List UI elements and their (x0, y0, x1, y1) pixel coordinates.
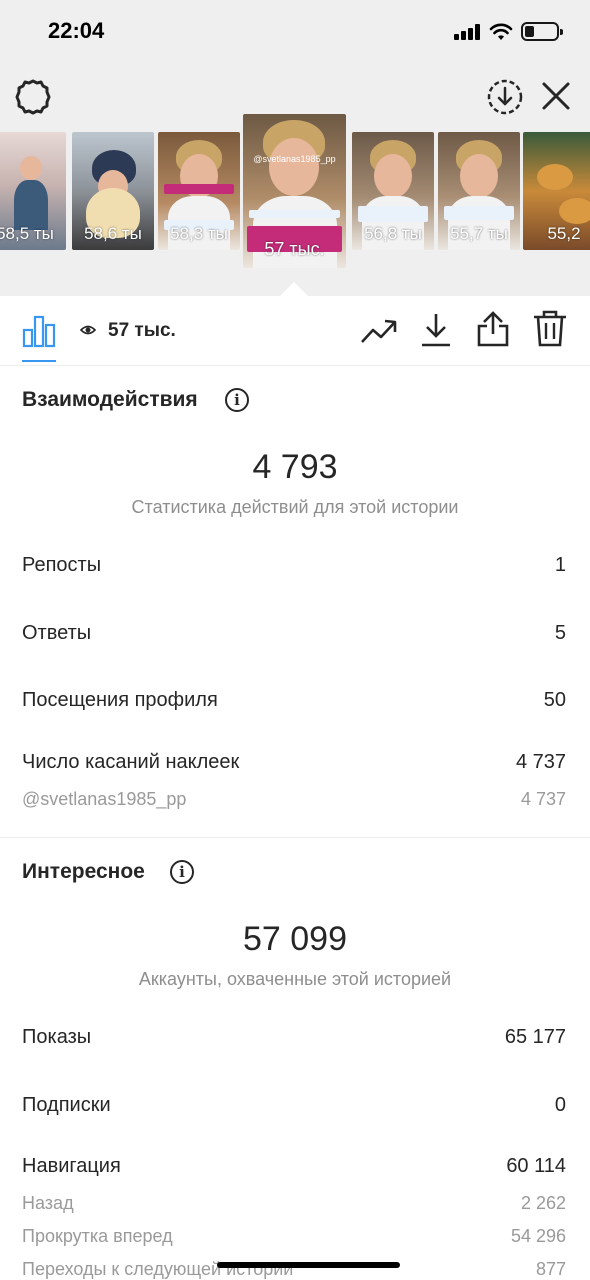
status-bar: 22:04 (0, 0, 590, 64)
download-icon[interactable] (420, 312, 452, 348)
thumbnail-views: 58,6 ты (84, 224, 142, 243)
story-thumbnail[interactable]: 58,6 ты (72, 132, 154, 250)
story-thumbnail[interactable]: 58,3 ты (158, 132, 240, 250)
follows-value: 0 (554, 1094, 566, 1116)
insights-bar-chart-icon[interactable] (22, 314, 56, 348)
sticker-mention-value: 4 737 (520, 789, 566, 809)
promote-trend-icon[interactable] (360, 316, 398, 348)
story-preview-area: 22:04 58,5 ты 58,6 ты 58,3 ты @svetlanas… (0, 0, 590, 296)
sticker-taps-value: 4 737 (515, 751, 566, 773)
story-thumbnail[interactable]: 55,7 ты (438, 132, 520, 250)
nav-forward-label: Прокрутка вперед (22, 1226, 173, 1246)
selected-indicator (280, 282, 308, 296)
reposts-label: Репосты (22, 554, 102, 576)
active-tab-underline (22, 360, 56, 362)
story-thumbnail[interactable]: 55,2 (523, 132, 590, 250)
battery-icon (521, 22, 563, 41)
thumbnail-views: 55,2 (547, 224, 581, 243)
navigation-label: Навигация (22, 1155, 121, 1177)
discovery-total: 57 099 (243, 920, 347, 958)
sticker-taps-label: Число касаний наклеек (22, 751, 240, 773)
views-count: 57 тыс. (108, 320, 176, 341)
delete-trash-icon[interactable] (532, 310, 568, 348)
impressions-value: 65 177 (504, 1026, 566, 1048)
interactions-total: 4 793 (252, 448, 338, 486)
interactions-title: Взаимодействия (22, 388, 198, 411)
reposts-value: 1 (554, 554, 566, 576)
interactions-info-icon[interactable]: i (225, 388, 249, 412)
discovery-subtitle: Аккаунты, охваченные этой историей (138, 969, 452, 989)
share-icon[interactable] (476, 310, 510, 348)
selected-story-thumbnail[interactable]: @svetlanas1985_pp 57 тыс. (243, 114, 346, 268)
follows-label: Подписки (22, 1094, 111, 1116)
story-thumbnail-strip: 58,5 ты 58,6 ты 58,3 ты @svetlanas1985_p (0, 114, 590, 274)
status-time: 22:04 (48, 18, 105, 43)
eye-icon (80, 325, 96, 335)
interactions-subtitle: Статистика действий для этой истории (131, 497, 459, 517)
thumbnail-views: 58,3 ты (170, 224, 228, 243)
nav-back-label: Назад (22, 1193, 74, 1213)
sticker-mention-label: @svetlanas1985_pp (22, 789, 187, 809)
cellular-signal-icon (454, 24, 482, 40)
discovery-info-icon[interactable]: i (170, 860, 194, 884)
settings-gear-icon[interactable] (14, 78, 52, 116)
story-thumbnail[interactable]: 58,5 ты (0, 132, 66, 250)
nav-back-value: 2 262 (520, 1193, 566, 1213)
thumbnail-views: 55,7 ты (450, 224, 508, 243)
discovery-title: Интересное (22, 860, 145, 883)
selected-thumbnail-views: 57 тыс. (264, 239, 325, 259)
section-divider (0, 837, 590, 838)
save-story-icon[interactable] (486, 78, 524, 116)
thumbnail-views: 56,8 ты (364, 224, 422, 243)
story-thumbnail[interactable]: 56,8 ты (352, 132, 434, 250)
profile-visits-label: Посещения профиля (22, 689, 218, 711)
insights-toolbar: 57 тыс. (0, 296, 590, 366)
profile-visits-value: 50 (543, 689, 566, 711)
impressions-label: Показы (22, 1026, 92, 1048)
thumbnail-views: 58,5 ты (0, 224, 54, 243)
replies-value: 5 (554, 622, 566, 644)
home-indicator[interactable] (217, 1262, 400, 1268)
navigation-value: 60 114 (506, 1155, 566, 1177)
wifi-icon (489, 23, 513, 40)
nav-forward-value: 54 296 (510, 1226, 566, 1246)
thumbnail-handle: @svetlanas1985_pp (253, 154, 336, 164)
replies-label: Ответы (22, 622, 92, 644)
nav-next-story-value: 877 (535, 1259, 566, 1279)
close-icon[interactable] (538, 78, 574, 114)
